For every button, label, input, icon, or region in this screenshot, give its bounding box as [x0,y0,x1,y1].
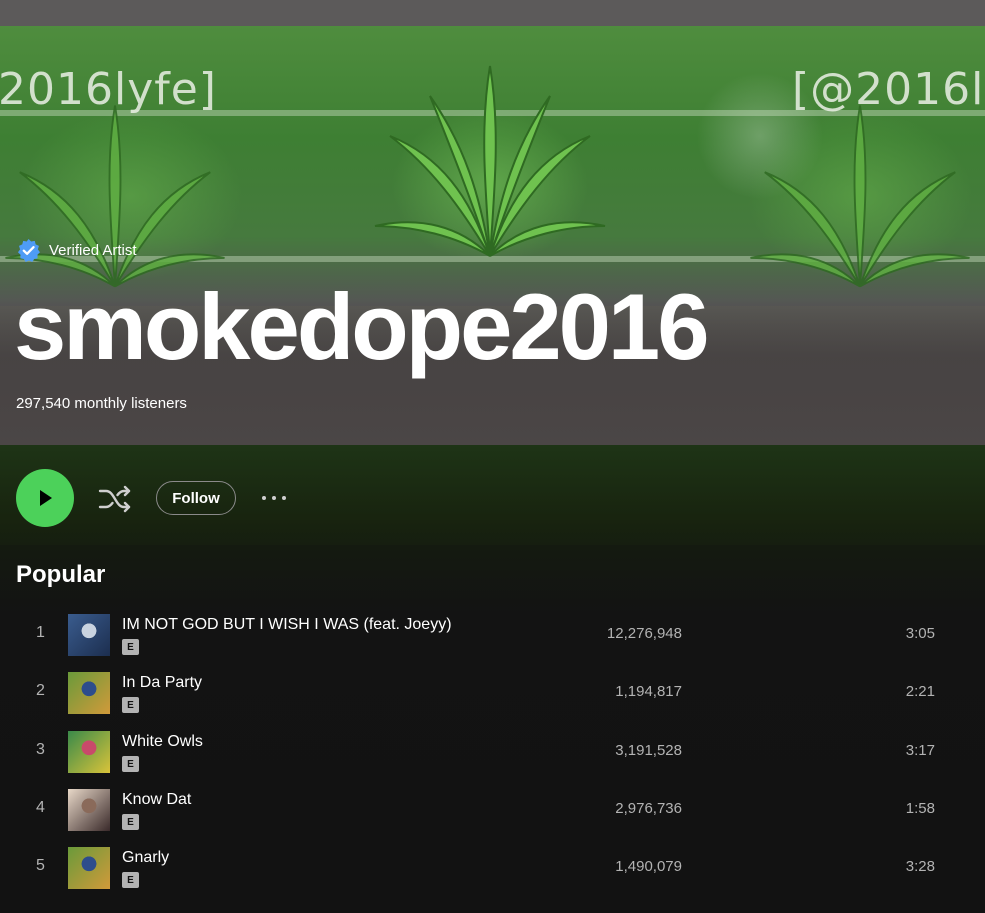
play-icon [40,490,52,506]
track-album-art [68,672,110,714]
track-duration: 2:21 [905,683,935,700]
track-album-art [68,789,110,831]
track-play-count: 12,276,948 [606,625,682,642]
explicit-badge: E [122,756,139,772]
track-duration: 3:05 [905,625,935,642]
artist-name: smokedope2016 [14,274,709,379]
leaf-graphic-icon [374,65,606,257]
explicit-badge: E [122,697,139,713]
track-duration: 1:58 [905,800,935,817]
track-play-count: 1,490,079 [615,858,682,875]
monthly-listeners: 297,540 monthly listeners [16,395,187,412]
track-title[interactable]: In Da Party [122,674,202,692]
leaf-graphic-icon [5,105,225,288]
shuffle-icon [98,485,131,513]
track-number: 3 [36,741,45,758]
more-dot-icon [282,496,286,500]
top-bar [0,0,985,26]
more-options-button[interactable] [262,489,292,507]
explicit-badge: E [122,814,139,830]
track-number: 4 [36,799,45,816]
more-dot-icon [272,496,276,500]
track-play-count: 1,194,817 [615,683,682,700]
track-title[interactable]: Know Dat [122,791,191,809]
track-number: 2 [36,682,45,699]
popular-heading: Popular [16,561,106,588]
track-number: 5 [36,857,45,874]
artist-header: 2016lyfe] [@2016lyf Verified Artist smok… [0,0,985,445]
track-play-count: 2,976,736 [615,800,682,817]
track-title[interactable]: IM NOT GOD BUT I WISH I WAS (feat. Joeyy… [122,616,452,634]
popular-section: Popular 1 IM NOT GOD BUT I WISH I WAS (f… [0,545,985,913]
verified-check-icon [17,239,40,262]
track-album-art [68,614,110,656]
verified-badge: Verified Artist [16,238,137,263]
track-duration: 3:28 [905,858,935,875]
more-dot-icon [262,496,266,500]
track-title[interactable]: Gnarly [122,849,169,867]
leaf-graphic-icon [750,105,970,288]
banner-watermark-text: 2016lyfe] [0,64,217,115]
follow-button[interactable]: Follow [156,481,236,515]
track-row[interactable]: 4 Know Dat E 2,976,736 1:58 [0,782,985,840]
verified-artist-label: Verified Artist [49,242,137,259]
track-album-art [68,847,110,889]
banner-watermark-text: [@2016lyf [792,64,985,115]
track-row[interactable]: 1 IM NOT GOD BUT I WISH I WAS (feat. Joe… [0,607,985,665]
track-title[interactable]: White Owls [122,733,203,751]
track-row[interactable]: 2 In Da Party E 1,194,817 2:21 [0,665,985,723]
track-duration: 3:17 [905,742,935,759]
track-row[interactable]: 3 White Owls E 3,191,528 3:17 [0,724,985,782]
track-album-art [68,731,110,773]
play-button[interactable] [16,469,74,527]
explicit-badge: E [122,872,139,888]
explicit-badge: E [122,639,139,655]
track-play-count: 3,191,528 [615,742,682,759]
track-row[interactable]: 5 Gnarly E 1,490,079 3:28 [0,840,985,898]
track-number: 1 [36,624,45,641]
shuffle-button[interactable] [97,483,133,515]
